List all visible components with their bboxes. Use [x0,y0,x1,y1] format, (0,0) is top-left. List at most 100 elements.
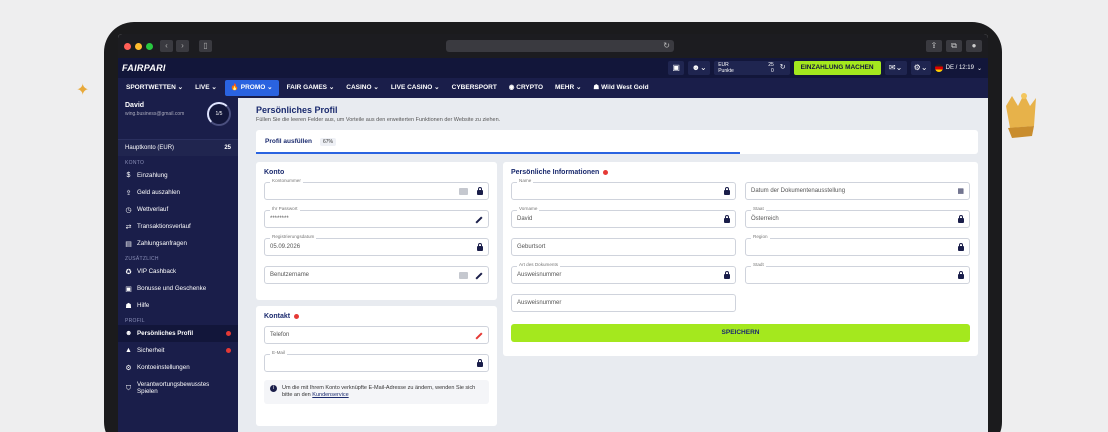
save-button[interactable]: SPEICHERN [511,324,970,342]
sidebar-item-label: Hilfe [137,302,150,309]
tab-progress-line [256,152,740,154]
sparkle-decoration: ✦ [76,82,90,99]
copy-icon[interactable] [459,272,468,279]
sidebar-item-label: Einzahlung [137,172,168,179]
tab-profil-ausfuellen[interactable]: Profil ausfüllen [265,138,312,145]
profile-progress-ring: 1/5 [207,102,231,126]
nav-cybersport[interactable]: CYBERSPORT [446,78,503,98]
edit-icon[interactable] [475,215,483,224]
calendar-icon[interactable]: ▦ [957,187,964,195]
lock-icon [724,215,730,225]
note-body: Um die mit Ihrem Konto verknüpfte E-Mail… [282,385,483,399]
field-placeholder: Datum der Dokumentenausstellung [751,188,846,194]
stadt-field: Stadt [745,262,970,284]
back-icon[interactable]: ‹ [160,40,173,52]
main-account-row[interactable]: Hauptkonto (EUR) 25 [118,140,238,156]
password-field[interactable]: Ihr Passwort ******** [264,206,489,228]
sidebar-toggle-icon[interactable]: ▯ [199,40,212,52]
nav-promo[interactable]: 🔥 PROMO ⌄ [224,80,279,96]
sidebar-item-sicherheit[interactable]: ▲ Sicherheit [118,342,238,359]
field-label: E-Mail [270,350,288,355]
nav-mehr[interactable]: MEHR ⌄ [549,78,587,98]
close-dot[interactable] [124,42,131,50]
note-text: Um die mit Ihrem Konto verknüpfte E-Mail… [282,385,476,398]
sidebar-item-bonusse[interactable]: ▣ Bonusse und Geschenke [118,280,238,297]
points-value: 0 [771,68,774,74]
sidebar-item-hilfe[interactable]: ☗ Hilfe [118,297,238,314]
language-selector[interactable]: DE / 12:19 ⌄ [934,64,982,72]
warning-dot [603,170,609,175]
konto-card: Konto Kontonummer Ihr Passwort ******** [256,162,497,300]
address-bar[interactable]: ↻ [446,40,674,52]
field-placeholder: Geburtsort [517,244,546,250]
sidebar-item-auszahlen[interactable]: ⇪ Geld auszahlen [118,184,238,201]
nav-label: PROMO [240,84,266,91]
personal-title: Persönliche Informationen [511,169,970,176]
minimize-dot[interactable] [135,42,142,50]
maximize-dot[interactable] [146,42,153,50]
points-label: Punkte [718,68,734,74]
browser-window: ‹ › ▯ ↻ ⇪ ⧉ ● FAIRPARI ▣ ☻⌄ EUR Punkte 2… [118,34,988,432]
name-field: Name [511,178,736,200]
copy-icon[interactable] [459,188,468,195]
nav-live[interactable]: LIVE ⌄ [189,78,223,98]
forward-icon[interactable]: › [176,40,189,52]
sidebar-item-persoenliches-profil[interactable]: ☻ Persönliches Profil [118,325,238,342]
phone-field[interactable]: Telefon [264,326,489,344]
sidebar-item-vip-cashback[interactable]: ✪ VIP Cashback [118,263,238,280]
field-label: Name [517,178,534,183]
geburtsort-field[interactable]: Geburtsort [511,238,736,256]
user-menu-icon[interactable]: ☻⌄ [688,61,711,75]
nav-label: CRYPTO [516,84,544,91]
field-label: Kontonummer [270,178,303,183]
gift-icon[interactable]: ▣ [668,61,685,75]
nav-casino[interactable]: CASINO ⌄ [340,78,385,98]
nav-sportwetten[interactable]: SPORTWETTEN ⌄ [120,78,189,98]
nav-wild-west-gold[interactable]: ☗ Wild West Gold [587,78,654,98]
download-icon[interactable]: ● [966,40,982,52]
sidebar-item-wettverlauf[interactable]: ◷ Wettverlauf [118,201,238,218]
customer-service-link[interactable]: Kundenservice [312,392,348,398]
email-change-note: i Um die mit Ihrem Konto verknüpfte E-Ma… [264,380,489,404]
site-header: FAIRPARI ▣ ☻⌄ EUR Punkte 25 0 ↻ EINZAHLU… [118,58,988,78]
nav-label: Wild West Gold [601,84,649,91]
fire-icon: 🔥 [230,84,239,91]
nav-live-casino[interactable]: LIVE CASINO ⌄ [385,78,446,98]
balance-widget[interactable]: EUR Punkte 25 0 ↻ [714,61,790,75]
site-logo[interactable]: FAIRPARI [122,63,166,73]
document-date-field[interactable]: Datum der Dokumentenausstellung ▦ [745,182,970,200]
warning-dot [226,331,231,336]
messages-icon[interactable]: ✉⌄ [884,61,907,75]
sidebar-item-einzahlung[interactable]: $ Einzahlung [118,167,238,184]
reload-icon[interactable]: ↻ [663,41,670,50]
nav-fair-games[interactable]: FAIR GAMES ⌄ [281,78,341,98]
konto-title: Konto [264,169,285,176]
form-columns: Konto Kontonummer Ihr Passwort ******** [256,162,978,432]
username-field[interactable]: Benutzername [264,266,489,284]
sidebar-item-transaktionsverlauf[interactable]: ⇄ Transaktionsverlauf [118,218,238,235]
tabs-icon[interactable]: ⧉ [946,40,962,52]
nav-crypto[interactable]: ◉ CRYPTO [503,78,549,98]
nav-label: CASINO [346,84,372,91]
edit-icon[interactable] [475,331,483,340]
ausweisnummer-field[interactable]: Ausweisnummer [511,294,736,312]
field-value: Österreich [751,216,779,222]
kontakt-card: Kontakt Telefon E-Mail i Um die mit Ihre… [256,306,497,426]
sidebar-item-zahlungsanfragen[interactable]: ▤ Zahlungsanfragen [118,235,238,252]
deposit-button[interactable]: EINZAHLUNG MACHEN [793,61,881,75]
edit-icon[interactable] [475,271,483,280]
nav-label: LIVE CASINO [390,84,433,91]
share-icon[interactable]: ⇪ [926,40,942,52]
sidebar-item-verantwortung[interactable]: ⛉ Verantwortungsbewusstes Spielen [118,376,238,400]
header-right: ▣ ☻⌄ EUR Punkte 25 0 ↻ EINZAHLUNG MACHEN… [668,60,982,76]
grid-spacer [745,294,970,322]
field-label: Staat [751,206,766,211]
sidebar-item-kontoeinstellungen[interactable]: ⚙ Kontoeinstellungen [118,359,238,376]
page-subtitle: Füllen Sie die leeren Felder aus, um Vor… [256,117,501,123]
settings-icon[interactable]: ⚙⌄ [910,61,931,75]
sidebar-item-label: Bonusse und Geschenke [137,285,207,292]
refresh-icon[interactable]: ↻ [780,64,786,71]
field-placeholder: Ausweisnummer [517,300,562,306]
nav-label: MEHR [555,84,575,91]
sidebar-item-label: Zahlungsanfragen [137,240,187,247]
